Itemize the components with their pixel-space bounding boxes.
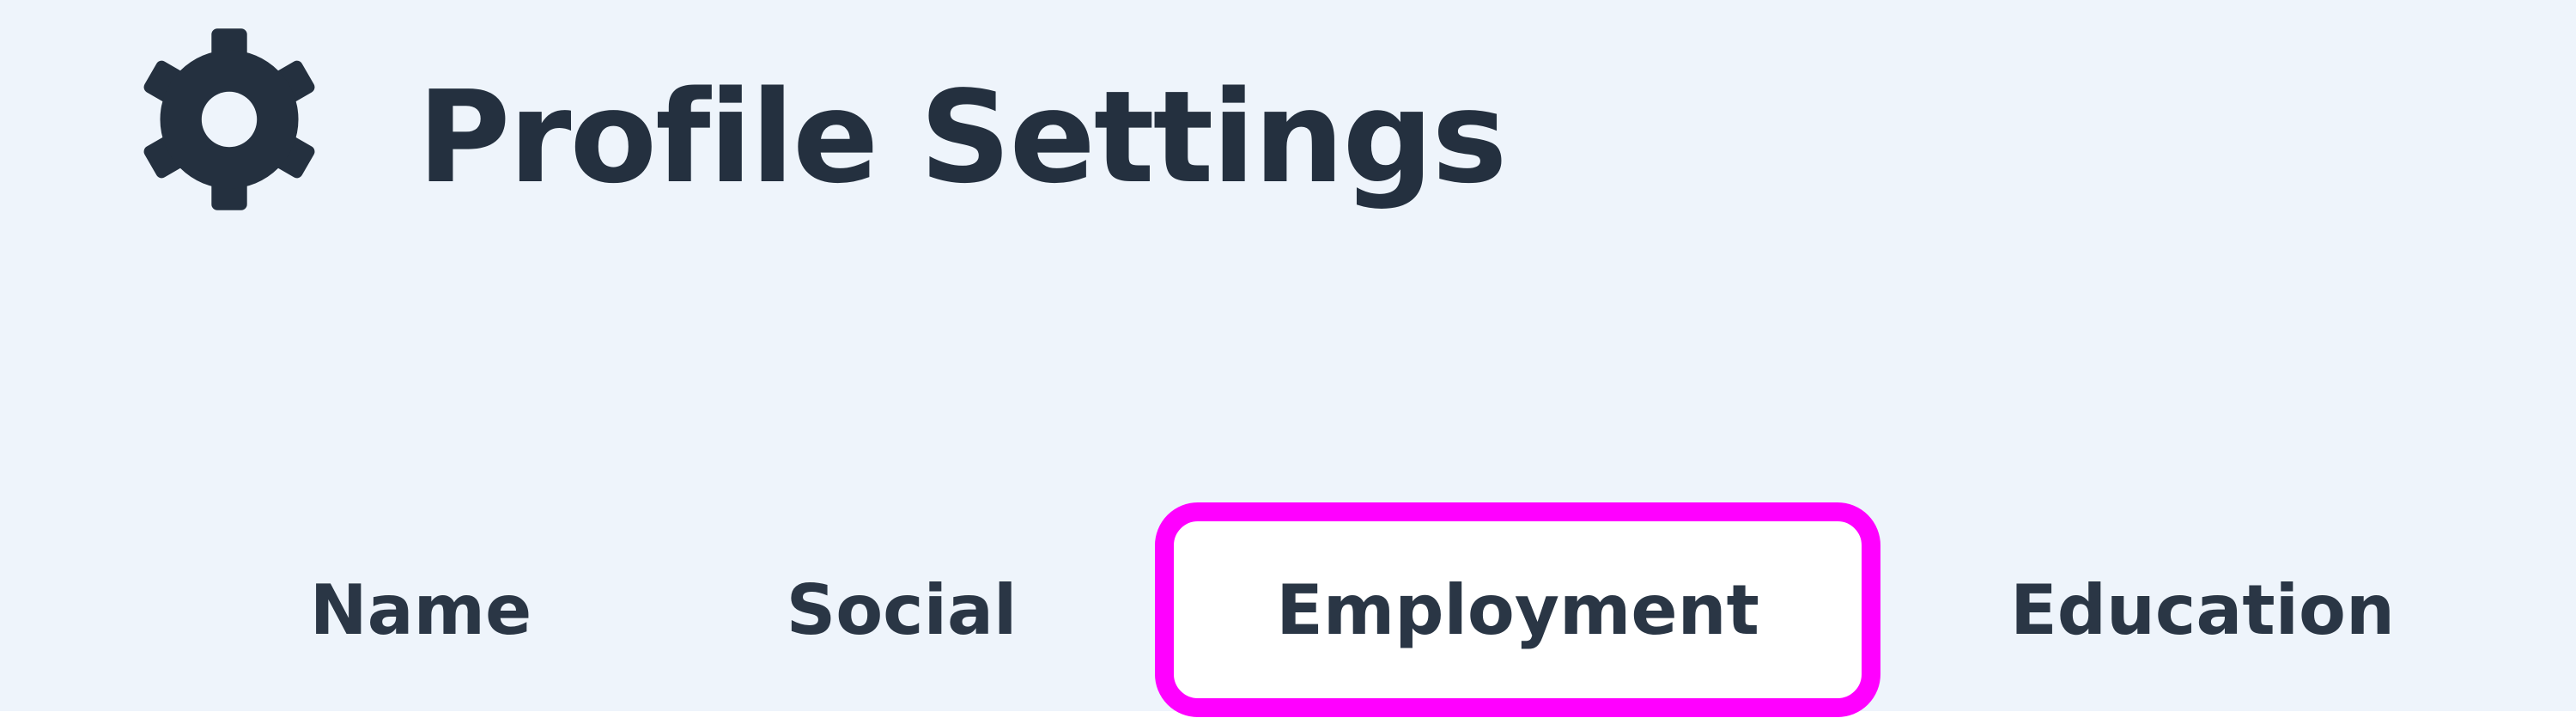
tab-employment[interactable]: Employment [1155, 502, 1880, 717]
settings-tabs: Name Social Employment Education [0, 502, 2576, 717]
tab-education[interactable]: Education [1966, 502, 2439, 717]
profile-settings-page: Profile Settings Name Social Employment … [0, 0, 2576, 724]
gear-icon [131, 21, 328, 218]
tab-name[interactable]: Name [258, 502, 584, 717]
settings-panel: Profile Settings Name Social Employment … [0, 0, 2576, 717]
page-title: Profile Settings [417, 64, 1507, 211]
tab-social[interactable]: Social [738, 502, 1065, 717]
